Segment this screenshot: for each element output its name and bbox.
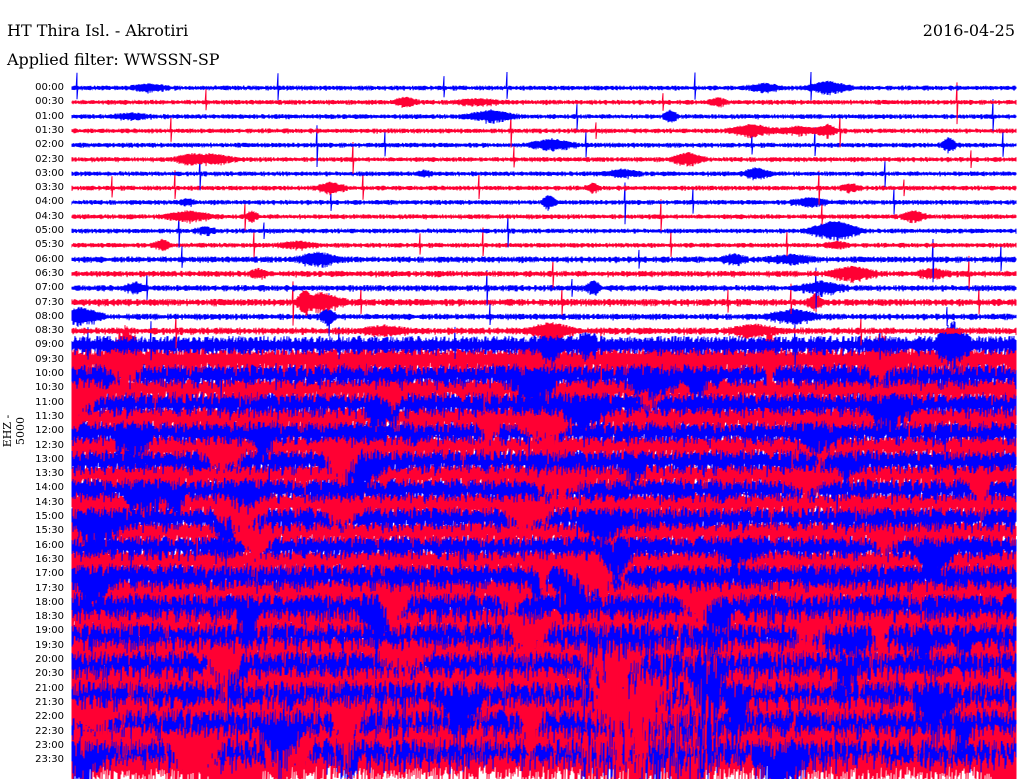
trace-row-0000 [71,71,1017,101]
helicorder-plot [71,71,1017,780]
